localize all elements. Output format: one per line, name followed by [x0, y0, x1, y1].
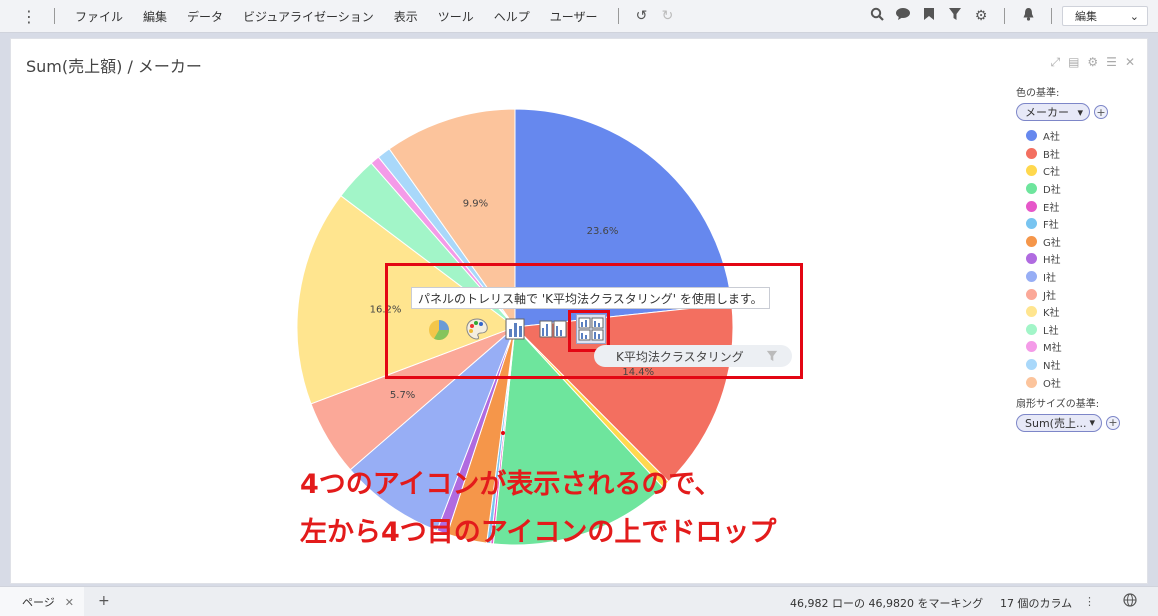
- legend-swatch: [1026, 323, 1037, 335]
- legend-item[interactable]: J社: [1026, 285, 1136, 303]
- legend-swatch: [1026, 271, 1037, 283]
- legend-label: K社: [1043, 308, 1060, 320]
- pie-chart-icon[interactable]: [424, 314, 454, 344]
- legend-swatch: [1026, 288, 1037, 300]
- legend-label: N社: [1043, 361, 1061, 373]
- legend-swatch: [1026, 200, 1037, 212]
- legend-label: B社: [1043, 149, 1060, 161]
- trellis-rows-icon[interactable]: [500, 314, 530, 344]
- add-icon[interactable]: +: [1094, 105, 1108, 119]
- pie-data-label: 5.7%: [390, 390, 415, 401]
- legend-swatch: [1026, 165, 1037, 177]
- legend-item[interactable]: O社: [1026, 373, 1136, 391]
- legend-label: A社: [1043, 132, 1060, 144]
- legend-item[interactable]: B社: [1026, 145, 1136, 163]
- legend-swatch: [1026, 376, 1037, 388]
- color-by-title: 色の基準:: [1016, 88, 1060, 99]
- legend-item[interactable]: H社: [1026, 250, 1136, 268]
- add-page-icon[interactable]: +: [98, 593, 110, 609]
- legend-item[interactable]: G社: [1026, 233, 1136, 251]
- dragged-column-chip[interactable]: K平均法クラスタリング: [594, 345, 792, 367]
- legend-item[interactable]: A社: [1026, 127, 1136, 145]
- legend-item[interactable]: C社: [1026, 162, 1136, 180]
- page-tab[interactable]: ページ ✕: [0, 587, 84, 616]
- page-tab-label: ページ: [22, 596, 55, 609]
- legend-item[interactable]: I社: [1026, 268, 1136, 286]
- legend-item[interactable]: M社: [1026, 338, 1136, 356]
- legend-label: F社: [1043, 220, 1059, 232]
- cursor-marker: [501, 431, 505, 435]
- pie-data-label: 9.9%: [463, 198, 488, 209]
- legend-label: H社: [1043, 255, 1061, 267]
- pie-data-label: 23.6%: [587, 226, 619, 237]
- legend-label: E社: [1043, 202, 1060, 214]
- annotation-line-2: 左から4つ目のアイコンの上でドロップ: [300, 517, 777, 548]
- legend-swatch: [1026, 147, 1037, 159]
- size-by-selector[interactable]: Sum(売上... ▾: [1016, 413, 1102, 432]
- legend-label: O社: [1043, 378, 1061, 390]
- column-count: 17 個のカラム: [1000, 597, 1073, 610]
- legend-swatch: [1026, 359, 1037, 371]
- trellis-tooltip: パネルのトレリス軸で 'K平均法クラスタリング' を使用します。: [411, 287, 770, 309]
- color-by-value: メーカー: [1025, 106, 1069, 119]
- add-icon[interactable]: +: [1106, 415, 1120, 430]
- status-bar: ページ ✕ + 46,982 ローの 46,982 0 をマーキング 17 個の…: [0, 586, 1158, 616]
- legend-label: I社: [1043, 273, 1056, 285]
- legend-item[interactable]: D社: [1026, 180, 1136, 198]
- color-palette-icon[interactable]: [462, 314, 492, 344]
- legend-label: C社: [1043, 167, 1060, 179]
- legend-item[interactable]: F社: [1026, 215, 1136, 233]
- color-by-selector[interactable]: メーカー ▾: [1016, 103, 1090, 121]
- filter-icon: [766, 350, 778, 362]
- kebab-menu-icon[interactable]: ⋮: [1084, 595, 1095, 608]
- legend-label: M社: [1043, 343, 1062, 355]
- size-by-value: Sum(売上...: [1025, 416, 1087, 430]
- legend-item[interactable]: K社: [1026, 303, 1136, 321]
- legend-swatch: [1026, 183, 1037, 195]
- trellis-columns-icon[interactable]: [538, 314, 568, 344]
- globe-icon[interactable]: [1123, 593, 1137, 610]
- legend-swatch: [1026, 218, 1037, 230]
- annotation-line-1: 4つのアイコンが表示されるので、: [300, 469, 722, 500]
- close-tab-icon[interactable]: ✕: [65, 596, 74, 609]
- legend: 色の基準: メーカー ▾ + A社 B社 C社 D社 E社 F社 G社 H社 I社 J社 K社 L社 M…: [1016, 84, 1136, 438]
- legend-swatch: [1026, 341, 1037, 353]
- legend-item[interactable]: E社: [1026, 197, 1136, 215]
- legend-swatch: [1026, 306, 1037, 318]
- size-by-title: 扇形サイズの基準:: [1016, 398, 1100, 410]
- legend-swatch: [1026, 130, 1037, 142]
- legend-label: G社: [1043, 237, 1061, 249]
- marking-count: 0 をマーキング: [907, 597, 984, 610]
- legend-item[interactable]: L社: [1026, 321, 1136, 339]
- row-count: 46,982 ローの 46,982: [790, 597, 907, 610]
- legend-item[interactable]: N社: [1026, 356, 1136, 374]
- legend-label: D社: [1043, 185, 1061, 197]
- dragged-column-label: K平均法クラスタリング: [616, 349, 744, 364]
- legend-swatch: [1026, 235, 1037, 247]
- caret-down-icon: ▾: [1077, 105, 1083, 119]
- legend-label: L社: [1043, 325, 1059, 337]
- legend-swatch: [1026, 253, 1037, 265]
- caret-down-icon: ▾: [1089, 416, 1095, 430]
- legend-label: J社: [1043, 290, 1056, 302]
